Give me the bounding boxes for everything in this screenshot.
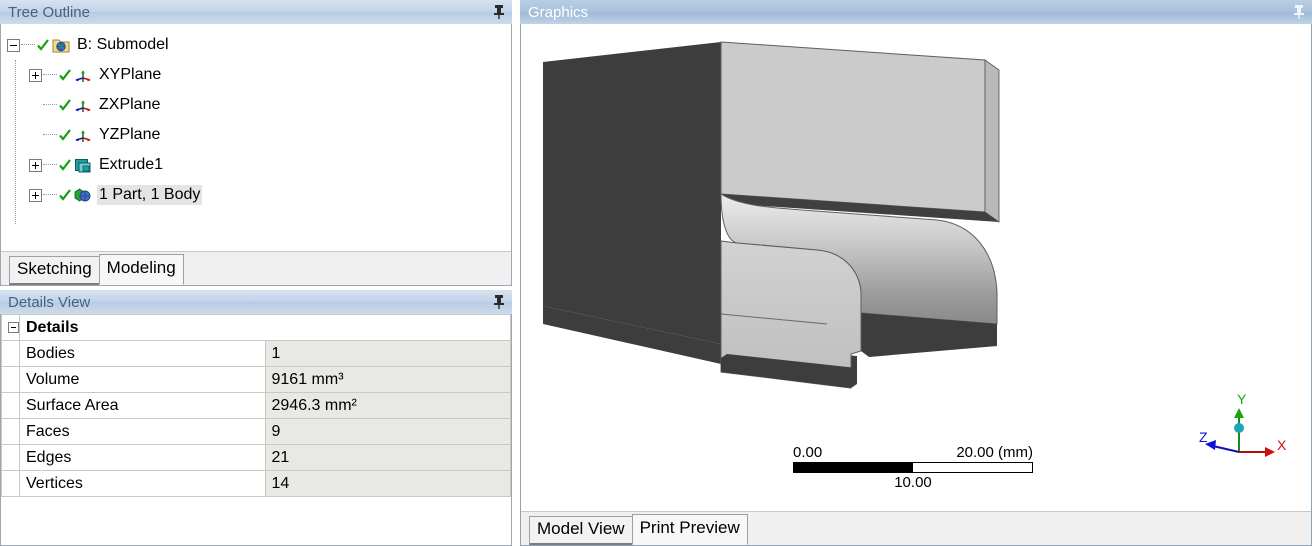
scale-bar-light-half (913, 463, 1032, 472)
pushpin-icon[interactable] (492, 294, 506, 310)
tab-sketching[interactable]: Sketching (9, 256, 100, 285)
row-gutter (1, 470, 20, 497)
details-table: Details Bodies 1 Volume 9161 mm³ Surface… (1, 314, 511, 497)
tree-item-label: XYPlane (99, 66, 162, 83)
tree-panel-tabstrip: Sketching Modeling (1, 251, 511, 285)
row-gutter (1, 418, 20, 445)
triad-z-label: Z (1199, 429, 1208, 445)
graphics-tabstrip: Model View Print Preview (521, 511, 1311, 545)
tree-item-label: 1 Part, 1 Body (97, 185, 203, 205)
tree-item-b-submodel[interactable]: B: Submodel (7, 30, 511, 60)
scale-bar-dark-half (794, 463, 913, 472)
details-key: Surface Area (19, 392, 266, 419)
details-value[interactable]: 9161 mm³ (264, 366, 511, 393)
tree-outline-panel: Tree Outline B: Submodel XYPlane ZXPlane… (0, 0, 512, 286)
details-value[interactable]: 1 (264, 340, 511, 367)
details-view-panel: Details View Details Bodies 1 Volume 916… (0, 290, 512, 546)
row-gutter (1, 392, 20, 419)
details-group-row[interactable]: Details (1, 314, 511, 341)
details-group-expander[interactable] (1, 314, 20, 341)
row-gutter (1, 444, 20, 471)
tree-item-xyplane[interactable]: XYPlane (7, 60, 511, 90)
submodel-folder-icon (52, 37, 70, 54)
tree-dotted-connector (21, 44, 35, 46)
green-check-icon (58, 98, 72, 112)
expander-plus-icon[interactable] (29, 158, 42, 172)
body-cube-icon (74, 187, 92, 204)
details-value[interactable]: 9 (264, 418, 511, 445)
tree-item-label: Extrude1 (99, 156, 164, 173)
details-value[interactable]: 14 (264, 470, 511, 497)
tab-model-view[interactable]: Model View (529, 516, 633, 545)
details-key: Volume (19, 366, 266, 393)
tree-outline-body: B: Submodel XYPlane ZXPlane YZPlane Extr… (0, 24, 512, 286)
green-check-icon (36, 38, 50, 52)
row-gutter (1, 366, 20, 393)
details-view-body: Details Bodies 1 Volume 9161 mm³ Surface… (0, 314, 512, 546)
scale-bar-max-label: 20.00 (mm) (956, 444, 1033, 461)
scale-bar: 0.00 20.00 (mm) 10.00 (793, 442, 1033, 491)
details-view-title-bar: Details View (0, 290, 512, 314)
triad-y-label: Y (1237, 392, 1247, 407)
green-check-icon (58, 68, 72, 82)
details-value[interactable]: 21 (264, 444, 511, 471)
details-view-title: Details View (8, 293, 91, 311)
model-tree[interactable]: B: Submodel XYPlane ZXPlane YZPlane Extr… (1, 24, 511, 224)
table-row[interactable]: Bodies 1 (1, 340, 511, 367)
details-key: Bodies (19, 340, 266, 367)
tree-item-label: B: Submodel (77, 36, 169, 53)
details-value[interactable]: 2946.3 mm² (264, 392, 511, 419)
tree-dotted-connector (43, 104, 57, 106)
row-gutter (1, 340, 20, 367)
table-row[interactable]: Faces 9 (1, 418, 511, 445)
scale-bar-graphic (793, 462, 1033, 473)
table-row[interactable]: Surface Area 2946.3 mm² (1, 392, 511, 419)
green-check-icon (58, 188, 72, 202)
tree-dotted-connector (43, 74, 57, 76)
details-key: Vertices (19, 470, 266, 497)
details-key: Edges (19, 444, 266, 471)
tree-dotted-connector (43, 194, 57, 196)
tree-item-extrude1[interactable]: Extrude1 (7, 150, 511, 180)
graphics-title-bar: Graphics (520, 0, 1312, 24)
graphics-body: 0.00 20.00 (mm) 10.00 Y X Z Model View P… (520, 24, 1312, 546)
scale-bar-min-label: 0.00 (793, 444, 823, 461)
axis-triad[interactable]: Y X Z (1189, 392, 1289, 462)
tree-item-label: YZPlane (99, 126, 161, 143)
plane-axes-icon (74, 127, 92, 144)
tree-item-1-part-1-body[interactable]: 1 Part, 1 Body (7, 180, 511, 210)
details-key: Faces (19, 418, 266, 445)
expander-plus-icon[interactable] (29, 188, 42, 202)
pushpin-icon[interactable] (1292, 4, 1306, 20)
triad-x-label: X (1277, 437, 1287, 453)
tab-modeling[interactable]: Modeling (98, 254, 184, 285)
expander-plus-icon[interactable] (29, 68, 42, 82)
pushpin-icon[interactable] (492, 4, 506, 20)
scale-bar-mid-label: 10.00 (894, 474, 932, 491)
graphics-title: Graphics (528, 3, 589, 21)
green-check-icon (58, 158, 72, 172)
tree-dotted-connector (43, 164, 57, 166)
table-row[interactable]: Volume 9161 mm³ (1, 366, 511, 393)
table-row[interactable]: Edges 21 (1, 444, 511, 471)
tree-outline-title: Tree Outline (8, 3, 90, 21)
tree-item-label: ZXPlane (99, 96, 161, 113)
table-row[interactable]: Vertices 14 (1, 470, 511, 497)
expander-minus-icon[interactable] (8, 321, 19, 333)
details-group-label: Details (19, 314, 511, 341)
green-check-icon (58, 128, 72, 142)
tree-item-yzplane[interactable]: YZPlane (7, 120, 511, 150)
3d-viewport[interactable]: 0.00 20.00 (mm) 10.00 Y X Z (521, 24, 1311, 511)
extrude-icon (74, 157, 92, 174)
tree-dotted-connector (43, 134, 57, 136)
tab-print-preview[interactable]: Print Preview (631, 514, 748, 545)
plane-axes-icon (74, 97, 92, 114)
tree-outline-title-bar: Tree Outline (0, 0, 512, 24)
expander-minus-icon[interactable] (7, 38, 20, 52)
plane-axes-icon (74, 67, 92, 84)
tree-item-zxplane[interactable]: ZXPlane (7, 90, 511, 120)
graphics-panel: Graphics 0.00 20.00 (mm) 10.00 Y X Z Mod… (520, 0, 1312, 546)
